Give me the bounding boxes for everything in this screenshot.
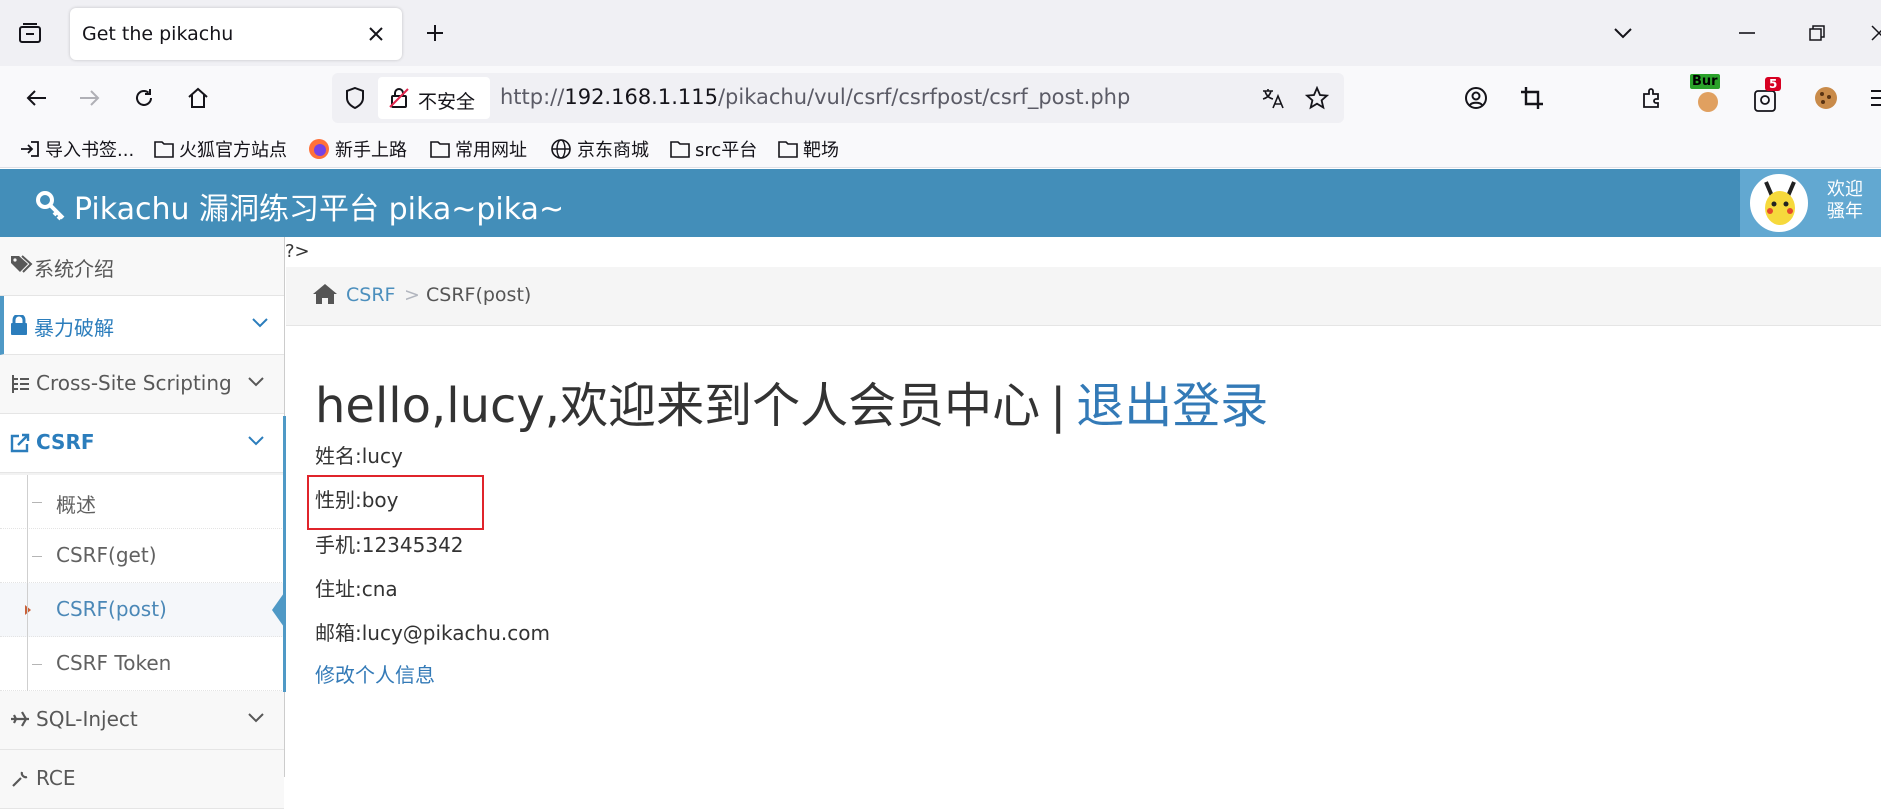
list-icon bbox=[10, 374, 30, 394]
url-text[interactable]: http://192.168.1.115/pikachu/vul/csrf/cs… bbox=[500, 85, 1130, 109]
burp-extension-icon[interactable]: Bur bbox=[1690, 74, 1726, 116]
bookmark-star-icon[interactable] bbox=[1302, 83, 1332, 113]
bookmark-folder[interactable]: src平台 bbox=[670, 136, 757, 162]
extensions-puzzle-icon[interactable] bbox=[1634, 80, 1670, 116]
sidebar-item-csrf[interactable]: CSRF bbox=[0, 414, 284, 473]
bookmark-folder[interactable]: 常用网址 bbox=[430, 136, 527, 162]
breadcrumb-link-csrf[interactable]: CSRF bbox=[346, 284, 395, 306]
insecure-label: 不安全 bbox=[418, 91, 476, 113]
chevron-down-icon bbox=[248, 377, 264, 387]
url-path: /pikachu/vul/csrf/csrfpost/csrf_post.php bbox=[717, 85, 1131, 109]
breadcrumb-separator: > bbox=[404, 284, 420, 306]
firefox-icon bbox=[308, 138, 330, 160]
browser-tab-bar: Get the pikachu bbox=[0, 0, 1881, 66]
info-phone: 手机:12345342 bbox=[315, 533, 464, 557]
avatar bbox=[1750, 174, 1808, 232]
crop-icon[interactable] bbox=[1514, 80, 1550, 116]
bookmark-folder[interactable]: 火狐官方站点 bbox=[154, 136, 287, 162]
plane-icon bbox=[10, 710, 30, 728]
sidebar-item-sqli[interactable]: SQL-Inject bbox=[0, 691, 284, 750]
folder-icon bbox=[154, 140, 174, 158]
active-tab[interactable]: Get the pikachu bbox=[70, 8, 402, 60]
menu-icon[interactable] bbox=[1862, 80, 1881, 116]
folder-icon bbox=[430, 140, 450, 158]
info-email: 邮箱:lucy@pikachu.com bbox=[315, 621, 550, 645]
minimize-icon[interactable] bbox=[1730, 16, 1764, 50]
account-icon[interactable] bbox=[1458, 80, 1494, 116]
badge-extension-icon[interactable]: 5 bbox=[1748, 77, 1784, 116]
tab-title: Get the pikachu bbox=[82, 23, 234, 45]
bookmarks-toolbar: 导入书签... 火狐官方站点 新手上路 常用网址 京东商城 src平台 靶场 bbox=[0, 130, 1881, 168]
sidebar-subitem-overview[interactable]: 概述 bbox=[0, 475, 284, 529]
external-link-icon bbox=[10, 433, 30, 453]
folder-icon bbox=[778, 140, 798, 158]
chevron-down-icon bbox=[252, 318, 268, 328]
folder-icon bbox=[670, 140, 690, 158]
chevron-down-icon bbox=[248, 713, 264, 723]
extension-badge-count: 5 bbox=[1765, 77, 1782, 91]
page-title: hello,lucy,欢迎来到个人会员中心 | 退出登录 bbox=[315, 378, 1269, 434]
lock-icon bbox=[10, 315, 28, 335]
site-security-indicator[interactable]: 不安全 bbox=[378, 77, 490, 119]
new-tab-icon[interactable] bbox=[420, 18, 450, 48]
forward-arrow-icon[interactable] bbox=[72, 80, 108, 116]
sidebar-subitem-csrf-post[interactable]: CSRF(post) bbox=[0, 583, 284, 637]
bookmark-import[interactable]: 导入书签... bbox=[20, 136, 134, 162]
translate-icon[interactable] bbox=[1258, 83, 1288, 113]
user-menu[interactable]: 欢迎 骚年 bbox=[1740, 169, 1881, 237]
close-tab-icon[interactable] bbox=[364, 22, 388, 46]
restore-icon[interactable] bbox=[1800, 16, 1834, 50]
caret-right-icon bbox=[24, 604, 32, 616]
tags-icon bbox=[10, 254, 34, 274]
breadcrumb: CSRF > CSRF(post) bbox=[286, 267, 1881, 326]
sidebar-subitem-csrf-token[interactable]: CSRF Token bbox=[0, 637, 284, 691]
stray-text: ?> bbox=[285, 241, 310, 262]
home-icon[interactable] bbox=[180, 80, 216, 116]
edit-profile-link[interactable]: 修改个人信息 bbox=[315, 659, 435, 688]
sidebar-subitem-csrf-get[interactable]: CSRF(get) bbox=[0, 529, 284, 583]
tracking-shield-icon[interactable] bbox=[340, 83, 370, 113]
info-address: 住址:cna bbox=[315, 577, 398, 601]
site-title[interactable]: Pikachu 漏洞练习平台 pika~pika~ bbox=[36, 184, 564, 228]
highlight-annotation-box bbox=[307, 475, 484, 530]
bookmark-jd[interactable]: 京东商城 bbox=[550, 136, 649, 162]
back-arrow-icon[interactable] bbox=[18, 80, 54, 116]
close-window-icon[interactable] bbox=[1862, 16, 1881, 50]
tab-list-icon[interactable] bbox=[14, 17, 46, 49]
url-bar[interactable]: 不安全 http://192.168.1.115/pikachu/vul/csr… bbox=[332, 73, 1344, 123]
site-header: Pikachu 漏洞练习平台 pika~pika~ 欢迎 骚年 bbox=[0, 169, 1881, 237]
bookmark-firefox[interactable]: 新手上路 bbox=[308, 136, 407, 162]
sidebar-item-intro[interactable]: 系统介绍 bbox=[0, 237, 284, 296]
breadcrumb-current: CSRF(post) bbox=[426, 284, 532, 306]
welcome-text: 欢迎 骚年 bbox=[1827, 179, 1863, 222]
sidebar: 系统介绍 暴力破解 Cross-Site Scripting CSRF 概述 C… bbox=[0, 237, 285, 809]
sidebar-item-rce[interactable]: RCE bbox=[0, 750, 284, 809]
sidebar-item-bruteforce[interactable]: 暴力破解 bbox=[0, 296, 284, 355]
home-icon[interactable] bbox=[312, 283, 338, 305]
logout-link[interactable]: 退出登录 bbox=[1076, 378, 1268, 434]
burp-label: Bur bbox=[1690, 74, 1720, 89]
sidebar-item-xss[interactable]: Cross-Site Scripting bbox=[0, 355, 284, 414]
tab-overflow-chevron-icon[interactable] bbox=[1606, 16, 1640, 50]
bookmark-folder[interactable]: 靶场 bbox=[778, 136, 839, 162]
url-host: 192.168.1.115 bbox=[564, 85, 718, 109]
reload-icon[interactable] bbox=[126, 80, 162, 116]
info-name: 姓名:lucy bbox=[315, 444, 403, 468]
url-prefix: http:// bbox=[500, 85, 565, 109]
wrench-icon bbox=[10, 769, 30, 789]
key-icon bbox=[36, 191, 66, 221]
cookie-icon[interactable] bbox=[1808, 80, 1844, 116]
globe-icon bbox=[550, 138, 572, 160]
import-icon bbox=[20, 139, 40, 159]
browser-nav-bar: 不安全 http://192.168.1.115/pikachu/vul/csr… bbox=[0, 66, 1881, 130]
chevron-down-icon bbox=[248, 436, 264, 446]
active-section-bar bbox=[283, 416, 286, 692]
insecure-lock-icon bbox=[388, 87, 410, 109]
